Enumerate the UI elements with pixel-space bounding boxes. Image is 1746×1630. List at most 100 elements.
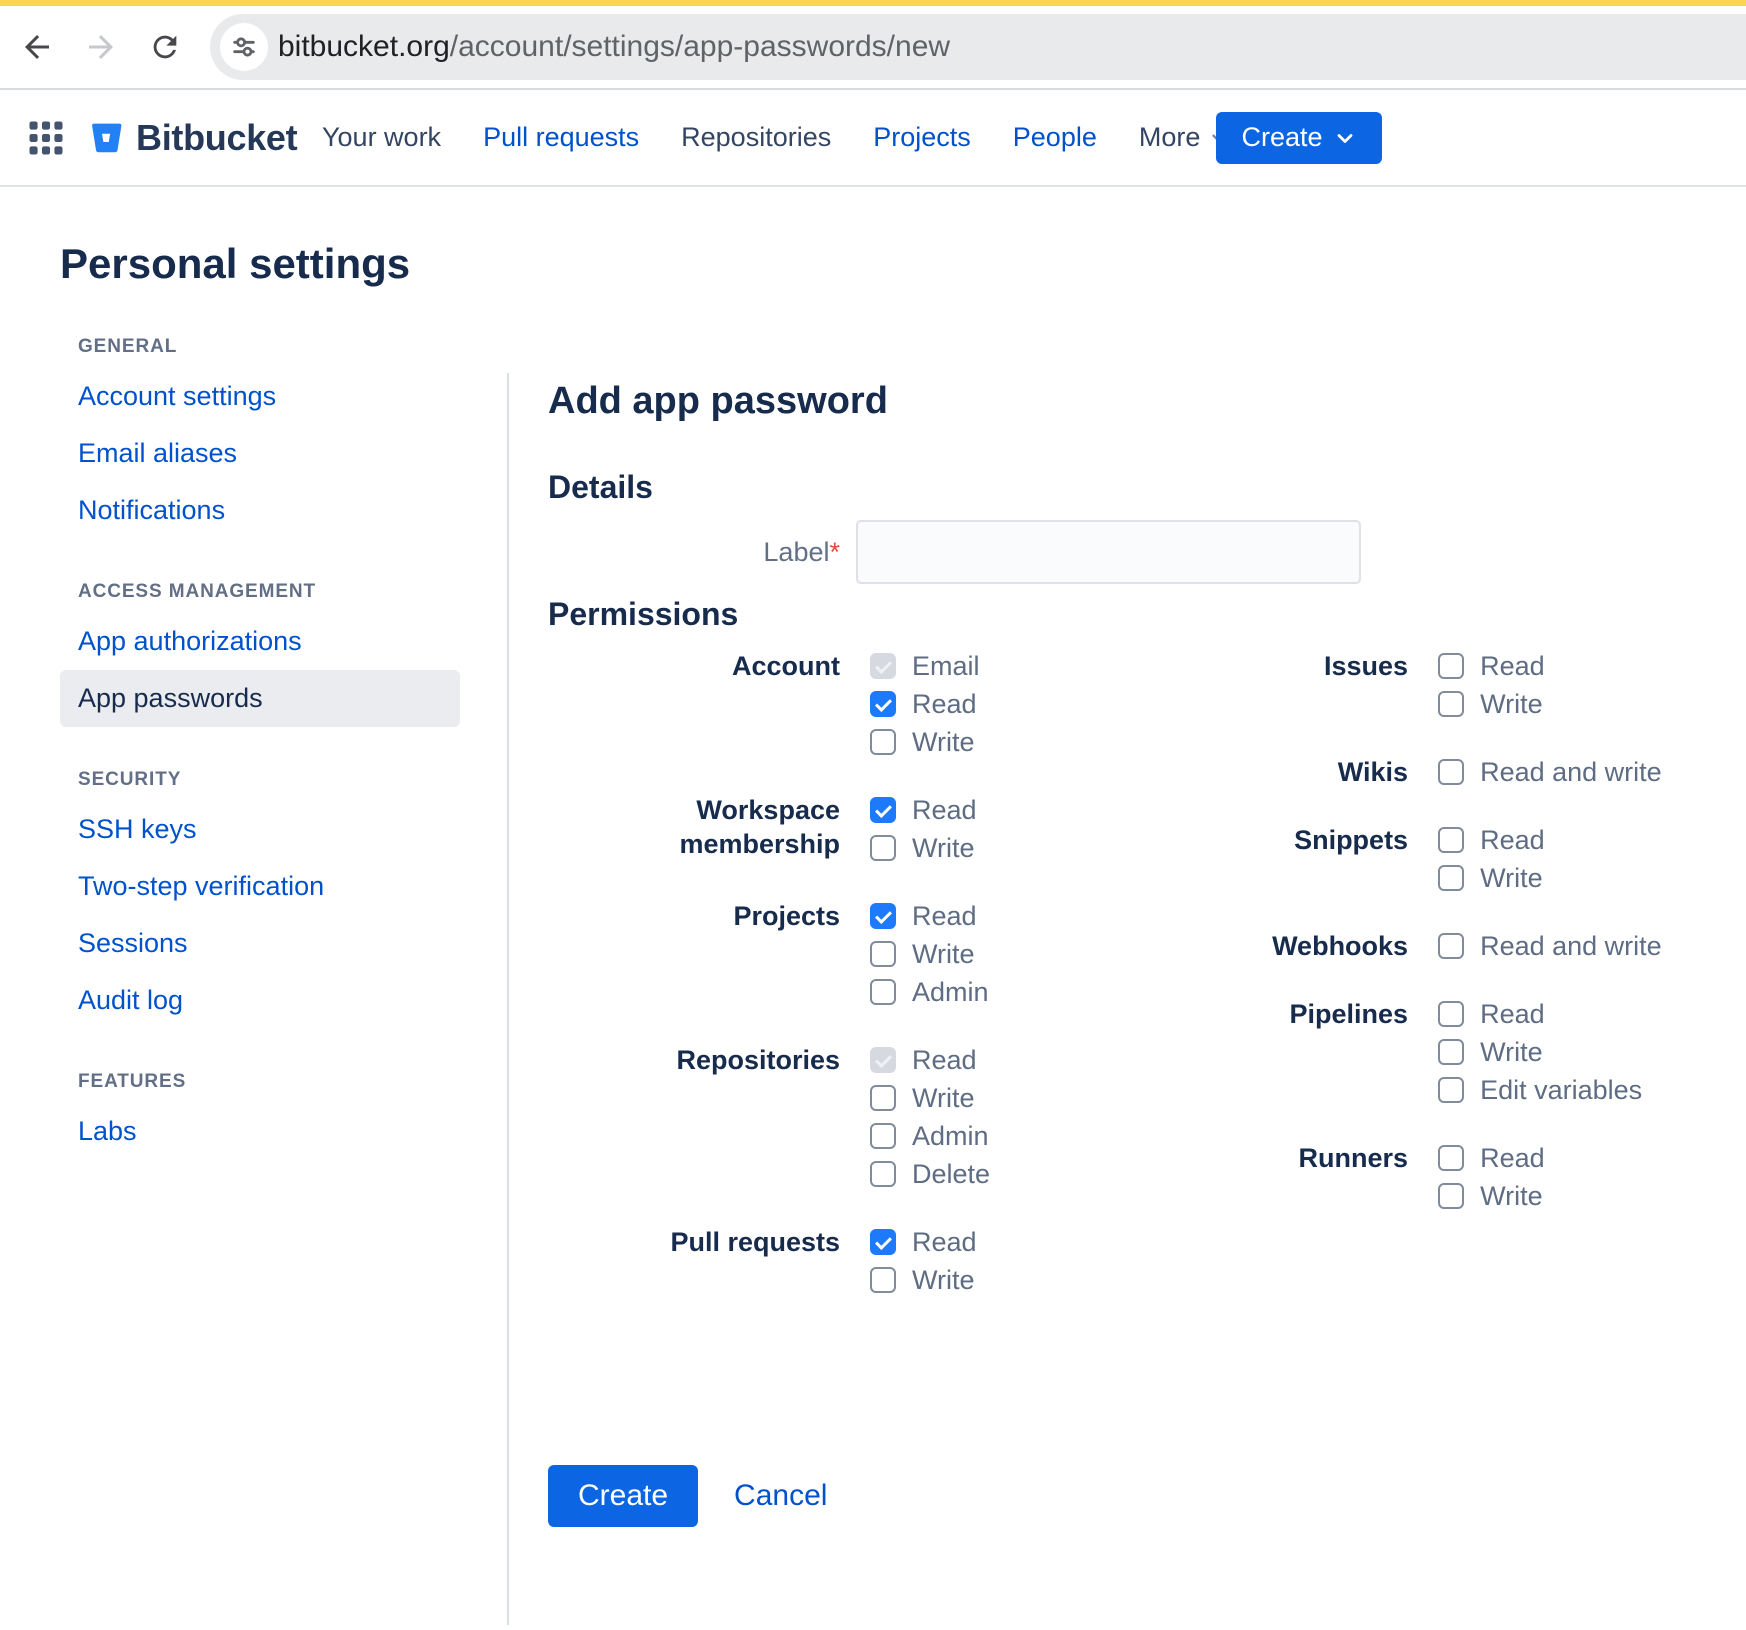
checkbox-projects-read[interactable] — [870, 903, 896, 929]
checkbox-snippets-read[interactable] — [1438, 827, 1464, 853]
address-bar[interactable]: bitbucket.org/account/settings/app-passw… — [210, 14, 1746, 80]
permission-group-runners: Runners Read Write — [1108, 1139, 1716, 1215]
permission-option: Read and write — [1438, 753, 1662, 791]
option-label: Write — [1480, 863, 1543, 894]
permission-option: Write — [1438, 1033, 1642, 1071]
permissions-grid: Account Email Read Write — [548, 647, 1716, 1329]
permission-option: Read — [1438, 1139, 1545, 1177]
sidebar-heading-features: FEATURES — [78, 1071, 460, 1093]
browser-back-icon[interactable] — [18, 28, 56, 66]
bitbucket-logo[interactable]: Bitbucket — [86, 117, 297, 159]
option-label: Read — [912, 689, 977, 720]
permission-options: Read Write Admin Delete — [870, 1041, 990, 1193]
option-label: Write — [1480, 689, 1543, 720]
permission-group-name: Snippets — [1108, 821, 1408, 897]
checkbox-repositories-delete[interactable] — [870, 1161, 896, 1187]
option-label: Write — [1480, 1181, 1543, 1212]
permission-option: Write — [870, 1079, 990, 1117]
nav-item-pull-requests[interactable]: Pull requests — [483, 122, 639, 153]
nav-item-repositories[interactable]: Repositories — [681, 122, 831, 153]
checkbox-webhooks-read-write[interactable] — [1438, 933, 1464, 959]
checkbox-issues-write[interactable] — [1438, 691, 1464, 717]
permissions-heading: Permissions — [548, 596, 1716, 633]
permission-option: Read and write — [1438, 927, 1662, 965]
site-info-icon[interactable] — [220, 23, 268, 71]
option-label: Write — [912, 1083, 975, 1114]
permission-group-projects: Projects Read Write Admin — [548, 897, 1108, 1011]
checkbox-runners-write[interactable] — [1438, 1183, 1464, 1209]
details-heading: Details — [548, 469, 1716, 506]
sidebar-item-notifications[interactable]: Notifications — [60, 482, 460, 539]
permission-option: Read — [870, 1041, 990, 1079]
checkbox-issues-read[interactable] — [1438, 653, 1464, 679]
checkbox-account-read[interactable] — [870, 691, 896, 717]
permission-group-name: Runners — [1108, 1139, 1408, 1215]
permission-option: Admin — [870, 1117, 990, 1155]
sidebar-item-ssh-keys[interactable]: SSH keys — [60, 801, 460, 858]
create-button[interactable]: Create — [548, 1465, 698, 1527]
option-label: Write — [912, 833, 975, 864]
checkbox-projects-write[interactable] — [870, 941, 896, 967]
option-label: Read — [1480, 1143, 1545, 1174]
checkbox-pipelines-write[interactable] — [1438, 1039, 1464, 1065]
checkbox-account-write[interactable] — [870, 729, 896, 755]
permission-option: Read — [1438, 821, 1545, 859]
checkbox-snippets-write[interactable] — [1438, 865, 1464, 891]
permission-group-pull-requests: Pull requests Read Write — [548, 1223, 1108, 1299]
checkbox-pipelines-read[interactable] — [1438, 1001, 1464, 1027]
checkbox-workspace-read[interactable] — [870, 797, 896, 823]
permission-group-name: Projects — [548, 897, 840, 1011]
permission-group-name: Wikis — [1108, 753, 1408, 791]
sidebar-item-two-step-verification[interactable]: Two-step verification — [60, 858, 460, 915]
permission-option: Email — [870, 647, 980, 685]
option-label: Email — [912, 651, 980, 682]
permissions-column-left: Account Email Read Write — [548, 647, 1108, 1329]
checkbox-pull-requests-read[interactable] — [870, 1229, 896, 1255]
option-label: Read — [1480, 825, 1545, 856]
sidebar-item-account-settings[interactable]: Account settings — [60, 368, 460, 425]
checkbox-repositories-read[interactable] — [870, 1047, 896, 1073]
required-asterisk: * — [829, 537, 840, 567]
browser-forward-icon[interactable] — [82, 28, 120, 66]
checkbox-workspace-write[interactable] — [870, 835, 896, 861]
sidebar-item-sessions[interactable]: Sessions — [60, 915, 460, 972]
browser-refresh-icon[interactable] — [146, 28, 184, 66]
navbar-create-button[interactable]: Create — [1216, 112, 1382, 164]
nav-item-your-work[interactable]: Your work — [322, 122, 441, 153]
sidebar-item-email-aliases[interactable]: Email aliases — [60, 425, 460, 482]
option-label: Edit variables — [1480, 1075, 1642, 1106]
checkbox-repositories-write[interactable] — [870, 1085, 896, 1111]
form-title: Add app password — [548, 380, 1716, 423]
url-text[interactable]: bitbucket.org/account/settings/app-passw… — [278, 14, 950, 80]
navbar-links: Your work Pull requests Repositories Pro… — [322, 90, 1230, 185]
url-path: /account/settings/app-passwords/new — [450, 30, 950, 63]
permission-group-wikis: Wikis Read and write — [1108, 753, 1716, 791]
checkbox-wikis-read-write[interactable] — [1438, 759, 1464, 785]
app-switcher-icon[interactable] — [28, 120, 64, 156]
sidebar-section-general: GENERAL Account settings Email aliases N… — [60, 336, 460, 539]
option-label: Read — [1480, 999, 1545, 1030]
cancel-link[interactable]: Cancel — [734, 1479, 827, 1513]
checkbox-projects-admin[interactable] — [870, 979, 896, 1005]
sidebar-heading-security: SECURITY — [78, 769, 460, 791]
sidebar-item-app-authorizations[interactable]: App authorizations — [60, 613, 460, 670]
checkbox-account-email[interactable] — [870, 653, 896, 679]
checkbox-pipelines-edit-variables[interactable] — [1438, 1077, 1464, 1103]
sidebar-item-labs[interactable]: Labs — [60, 1103, 460, 1160]
sidebar-item-audit-log[interactable]: Audit log — [60, 972, 460, 1029]
label-input[interactable] — [856, 520, 1361, 584]
option-label: Delete — [912, 1159, 990, 1190]
checkbox-pull-requests-write[interactable] — [870, 1267, 896, 1293]
option-label: Write — [912, 939, 975, 970]
sidebar-item-app-passwords[interactable]: App passwords — [60, 670, 460, 727]
permission-options: Read Write — [1438, 647, 1545, 723]
nav-item-people[interactable]: People — [1013, 122, 1097, 153]
checkbox-repositories-admin[interactable] — [870, 1123, 896, 1149]
checkbox-runners-read[interactable] — [1438, 1145, 1464, 1171]
sidebar-section-security: SECURITY SSH keys Two-step verification … — [60, 769, 460, 1029]
url-host: bitbucket.org — [278, 30, 450, 63]
bitbucket-wordmark: Bitbucket — [136, 117, 297, 159]
permission-option: Read — [870, 1223, 977, 1261]
nav-item-projects[interactable]: Projects — [873, 122, 971, 153]
option-label: Read — [912, 1045, 977, 1076]
